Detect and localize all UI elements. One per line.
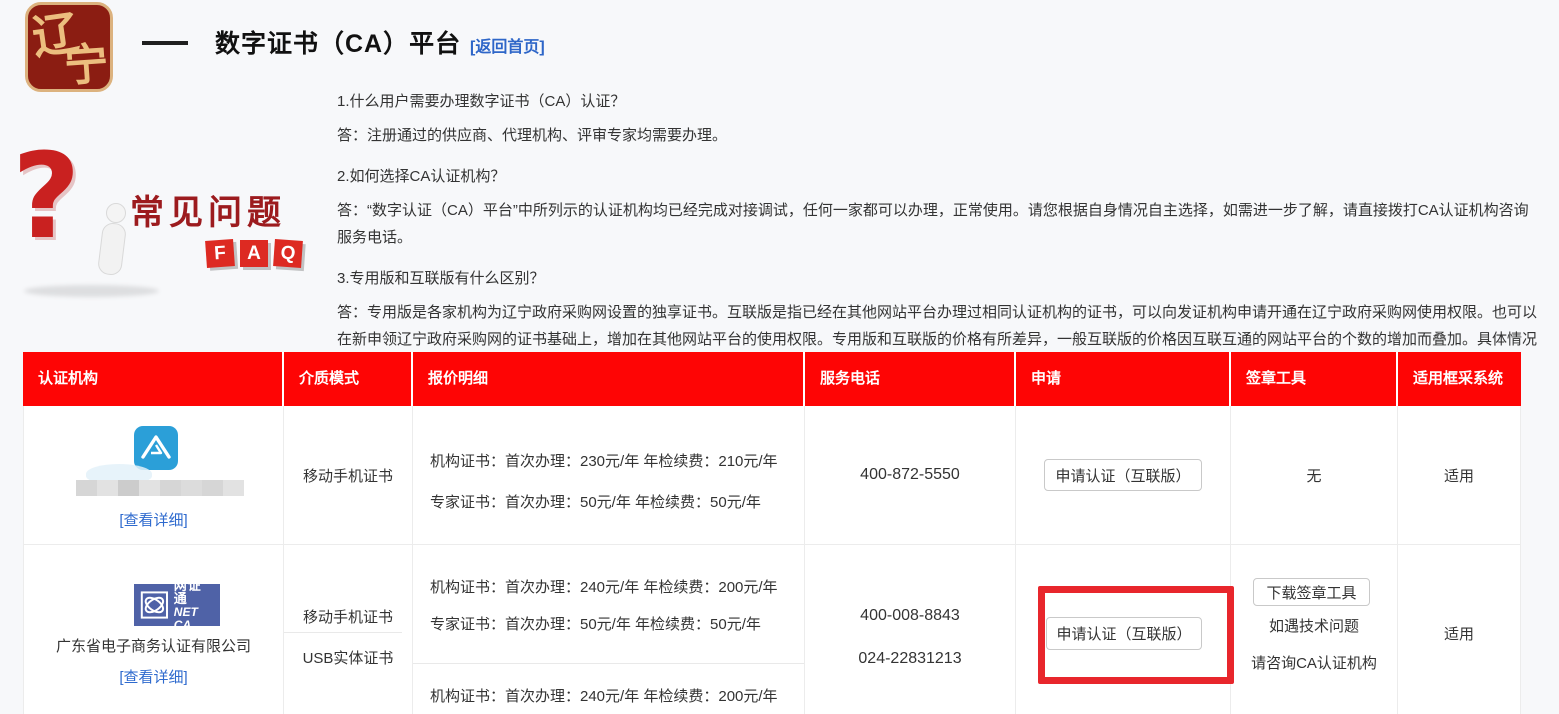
- faq-answer-2: 答：“数字认证（CA）平台”中所列示的认证机构均已经完成对接调试，任何一家都可以…: [337, 197, 1542, 251]
- quote-line: 机构证书：首次办理：230元/年 年检续费：210元/年: [430, 450, 778, 471]
- org-name: 广东省电子商务认证有限公司: [24, 635, 283, 656]
- ca-table: 认证机构 介质模式 报价明细 服务电话 申请 签章工具 适用框采系统 [查看详细…: [23, 352, 1521, 714]
- tool-note: 如遇技术问题: [1231, 615, 1397, 636]
- subrow-divider: [413, 663, 804, 664]
- apply-cell-row1: 申请认证（互联版）: [1016, 406, 1231, 545]
- service-phone: 024-22831213: [805, 650, 1015, 668]
- faq-answer-1: 答：注册通过的供应商、代理机构、评审专家均需要办理。: [337, 122, 1542, 149]
- faq-cube-letter: F: [205, 239, 235, 268]
- table-row: [查看详细] 移动手机证书 机构证书：首次办理：230元/年 年检续费：210元…: [23, 406, 1521, 545]
- phone-cell-row1: 400-872-5550: [805, 406, 1016, 545]
- quote-line: 专家证书：首次办理：50元/年 年检续费：50元/年: [430, 491, 761, 512]
- subrow-divider: [284, 632, 402, 633]
- col-header-signtool: 签章工具: [1231, 352, 1398, 406]
- frame-applicable: 适用: [1444, 465, 1474, 486]
- faq-cube-letter: Q: [273, 239, 303, 268]
- service-phone: 400-872-5550: [860, 466, 960, 484]
- service-phone: 400-008-8843: [805, 607, 1015, 625]
- redacted-org-name: [76, 480, 244, 496]
- quote-line: 机构证书：首次办理：240元/年 年检续费：200元/年: [430, 576, 778, 597]
- frame-cell-row1: 适用: [1398, 406, 1521, 545]
- phone-cell-row2: 400-008-8843 024-22831213: [805, 545, 1016, 714]
- illustration-shadow: [24, 285, 159, 297]
- media-cell-row2: 移动手机证书 USB实体证书: [284, 545, 413, 714]
- col-header-phone: 服务电话: [805, 352, 1016, 406]
- thinking-person-icon: [106, 203, 126, 223]
- quote-line: 专家证书：首次办理：50元/年 年检续费：50元/年: [430, 613, 761, 634]
- apply-cert-button[interactable]: 申请认证（互联版）: [1044, 459, 1202, 491]
- quote-line: 机构证书：首次办理：240元/年 年检续费：200元/年: [430, 685, 778, 706]
- download-signtool-button[interactable]: 下载签章工具: [1253, 578, 1370, 606]
- media-type: USB实体证书: [284, 647, 412, 668]
- liaoning-logo: 辽 宁: [25, 2, 113, 92]
- col-header-org: 认证机构: [23, 352, 284, 406]
- signtool-cell-row2: 下载签章工具 如遇技术问题 请咨询CA认证机构: [1231, 545, 1398, 714]
- logo-char: 宁: [62, 28, 110, 92]
- netca-symbol-icon: [140, 589, 169, 621]
- ca-org-logo-icon: [134, 426, 178, 470]
- col-header-frame: 适用框采系统: [1398, 352, 1521, 406]
- faq-question-2: 2.如何选择CA认证机构？: [337, 165, 1542, 186]
- media-type: 移动手机证书: [284, 606, 412, 627]
- apply-cert-button[interactable]: 申请认证（互联版）: [1046, 617, 1202, 650]
- frame-applicable: 适用: [1398, 623, 1520, 644]
- media-type: 移动手机证书: [303, 465, 393, 486]
- quote-cell-row2: 机构证书：首次办理：240元/年 年检续费：200元/年 专家证书：首次办理：5…: [413, 545, 805, 714]
- media-cell-row1: 移动手机证书: [284, 406, 413, 545]
- back-home-link[interactable]: [返回首页]: [470, 33, 545, 57]
- question-mark-icon: ?: [12, 137, 80, 255]
- faq-question-3: 3.专用版和互联版有什么区别？: [337, 267, 1542, 288]
- frame-cell-row2: 适用: [1398, 545, 1521, 714]
- faq-title: 常见问题: [130, 185, 286, 234]
- netca-logo-en: NET CA: [174, 606, 214, 631]
- table-header-row: 认证机构 介质模式 报价明细 服务电话 申请 签章工具 适用框采系统: [23, 352, 1521, 406]
- org-cell-row1: [查看详细]: [23, 406, 284, 545]
- apply-cell-row2: 申请认证（互联版）: [1016, 545, 1231, 714]
- view-detail-link[interactable]: [查看详细]: [24, 509, 283, 530]
- title-dash: [142, 41, 188, 45]
- sign-tool-none: 无: [1306, 465, 1321, 486]
- faq-question-1: 1.什么用户需要办理数字证书（CA）认证？: [337, 90, 1542, 111]
- faq-illustration: ? 常见问题 F A Q: [10, 163, 320, 300]
- col-header-apply: 申请: [1016, 352, 1231, 406]
- netca-logo-icon: 网证通 NET CA: [134, 584, 220, 626]
- table-row: 网证通 NET CA 广东省电子商务认证有限公司 [查看详细] 移动手机证书 U…: [23, 545, 1521, 714]
- col-header-media: 介质模式: [284, 352, 413, 406]
- faq-cube-letter: A: [240, 240, 268, 267]
- faq-text-block: 1.什么用户需要办理数字证书（CA）认证？ 答：注册通过的供应商、代理机构、评审…: [337, 90, 1542, 380]
- tool-note: 请咨询CA认证机构: [1231, 652, 1397, 673]
- signtool-cell-row1: 无: [1231, 406, 1398, 545]
- netca-logo-cn: 网证通: [174, 579, 214, 606]
- faq-cubes: F A Q: [206, 240, 302, 267]
- col-header-quote: 报价明细: [413, 352, 805, 406]
- page-title: 数字证书（CA）平台: [215, 24, 461, 60]
- quote-cell-row1: 机构证书：首次办理：230元/年 年检续费：210元/年 专家证书：首次办理：5…: [413, 406, 805, 545]
- view-detail-link[interactable]: [查看详细]: [24, 666, 283, 687]
- org-cell-row2: 网证通 NET CA 广东省电子商务认证有限公司 [查看详细]: [23, 545, 284, 714]
- thinking-person-icon: [97, 222, 127, 277]
